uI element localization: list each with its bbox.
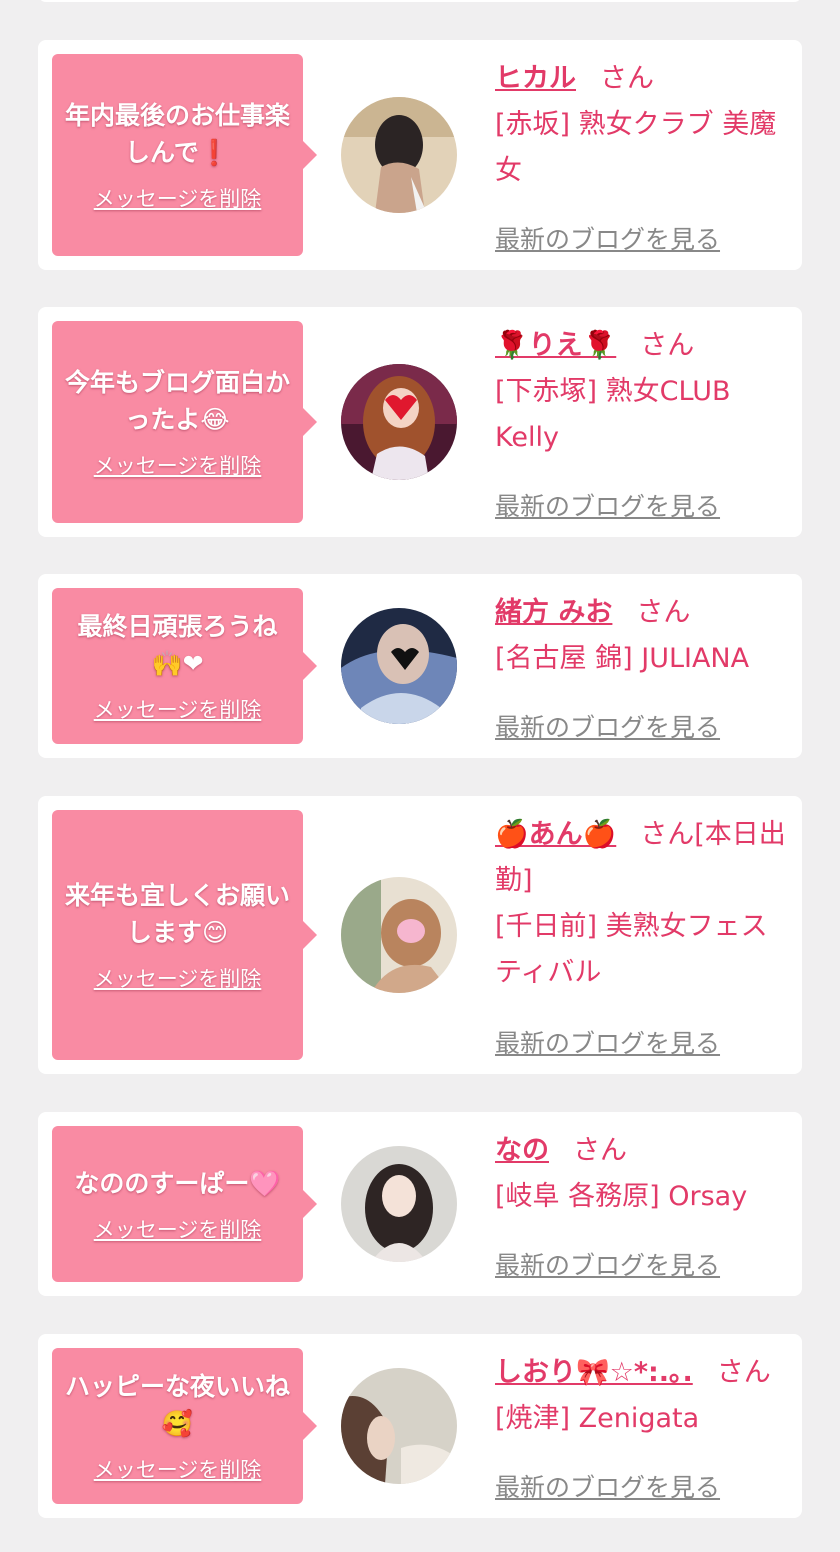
latest-blog-link[interactable]: 最新のブログを見る (495, 1468, 720, 1504)
message-bubble: 来年も宜しくお願いします😊 メッセージを削除 (52, 810, 317, 1060)
sender-name-link[interactable]: しおり🎀☆*:.｡. (495, 1357, 693, 1388)
honorific: さん (600, 63, 654, 94)
shop-label: [岐阜 各務原] Orsay (495, 1181, 748, 1212)
latest-blog-link[interactable]: 最新のブログを見る (495, 708, 720, 744)
avatar[interactable] (341, 1146, 457, 1262)
avatar[interactable] (341, 877, 457, 993)
delete-message-link[interactable]: メッセージを削除 (94, 694, 262, 724)
honorific: さん (573, 1135, 627, 1166)
message-text: 年内最後のお仕事楽しんで❗ (64, 101, 290, 167)
delete-message-link[interactable]: メッセージを削除 (94, 963, 262, 993)
shop-label: [名古屋 錦] JULIANA (495, 643, 750, 674)
message-card: なののすーぱー🩷 メッセージを削除 なの さん [岐阜 各務原] Orsay 最新… (38, 1112, 802, 1296)
sender-name-link[interactable]: ヒカル (495, 63, 576, 94)
message-text: 来年も宜しくお願いします😊 (64, 881, 290, 947)
sender-name-link[interactable]: 緒方 みお (495, 597, 612, 628)
delete-message-link[interactable]: メッセージを削除 (94, 1454, 262, 1484)
message-text: 今年もブログ面白かったよ😂 (64, 368, 290, 434)
shop-label: [焼津] Zenigata (495, 1403, 700, 1434)
shop-label: [下赤塚] 熟女CLUB Kelly (495, 376, 731, 453)
message-card: 年内最後のお仕事楽しんで❗ メッセージを削除 ヒカル さん [赤坂] 熟女クラブ … (38, 40, 802, 270)
message-card: 来年も宜しくお願いします😊 メッセージを削除 🍎あん🍎 さん[本日出勤] [千日前… (38, 796, 802, 1074)
message-bubble: 最終日頑張ろうね🙌❤ メッセージを削除 (52, 588, 317, 744)
message-bubble: ハッピーな夜いいね🥰 メッセージを削除 (52, 1348, 317, 1504)
sender-info: 🍎あん🍎 さん[本日出勤] [千日前] 美熟女フェスティバル (495, 812, 792, 996)
sender-info: 緒方 みお さん [名古屋 錦] JULIANA (495, 590, 792, 682)
shop-label: [赤坂] 熟女クラブ 美魔女 (495, 109, 777, 186)
avatar[interactable] (341, 608, 457, 724)
message-bubble: なののすーぱー🩷 メッセージを削除 (52, 1126, 317, 1282)
message-bubble: 年内最後のお仕事楽しんで❗ メッセージを削除 (52, 54, 317, 256)
previous-card-edge (38, 0, 802, 2)
latest-blog-link[interactable]: 最新のブログを見る (495, 1024, 720, 1060)
sender-name-link[interactable]: なの (495, 1135, 549, 1166)
message-bubble: 今年もブログ面白かったよ😂 メッセージを削除 (52, 321, 317, 523)
honorific: さん (640, 330, 695, 361)
latest-blog-link[interactable]: 最新のブログを見る (495, 1246, 720, 1282)
honorific: さん (716, 1357, 771, 1388)
sender-info: 🌹りえ🌹 さん [下赤塚] 熟女CLUB Kelly (495, 323, 792, 461)
latest-blog-link[interactable]: 最新のブログを見る (495, 220, 720, 256)
avatar[interactable] (341, 364, 457, 480)
sender-name-link[interactable]: 🍎あん🍎 (495, 819, 616, 850)
sender-info: ヒカル さん [赤坂] 熟女クラブ 美魔女 (495, 56, 792, 194)
avatar[interactable] (341, 97, 457, 213)
delete-message-link[interactable]: メッセージを削除 (94, 450, 262, 480)
message-card: 今年もブログ面白かったよ😂 メッセージを削除 🌹りえ🌹 さん [下赤塚] 熟女CL… (38, 307, 802, 537)
delete-message-link[interactable]: メッセージを削除 (94, 1214, 262, 1244)
honorific: さん (636, 597, 691, 628)
shop-label: [千日前] 美熟女フェスティバル (495, 911, 768, 988)
avatar[interactable] (341, 1368, 457, 1484)
sender-name-link[interactable]: 🌹りえ🌹 (495, 330, 616, 361)
message-text: なののすーぱー🩷 (74, 1168, 281, 1198)
sender-info: なの さん [岐阜 各務原] Orsay (495, 1128, 792, 1220)
sender-info: しおり🎀☆*:.｡. さん [焼津] Zenigata (495, 1350, 792, 1442)
message-card: ハッピーな夜いいね🥰 メッセージを削除 しおり🎀☆*:.｡. さん [焼津] Ze… (38, 1334, 802, 1518)
delete-message-link[interactable]: メッセージを削除 (94, 183, 262, 213)
message-card: 最終日頑張ろうね🙌❤ メッセージを削除 緒方 みお さん [名古屋 錦] JULI… (38, 574, 802, 758)
message-text: 最終日頑張ろうね🙌❤ (77, 612, 278, 678)
message-text: ハッピーな夜いいね🥰 (64, 1372, 290, 1438)
latest-blog-link[interactable]: 最新のブログを見る (495, 487, 720, 523)
